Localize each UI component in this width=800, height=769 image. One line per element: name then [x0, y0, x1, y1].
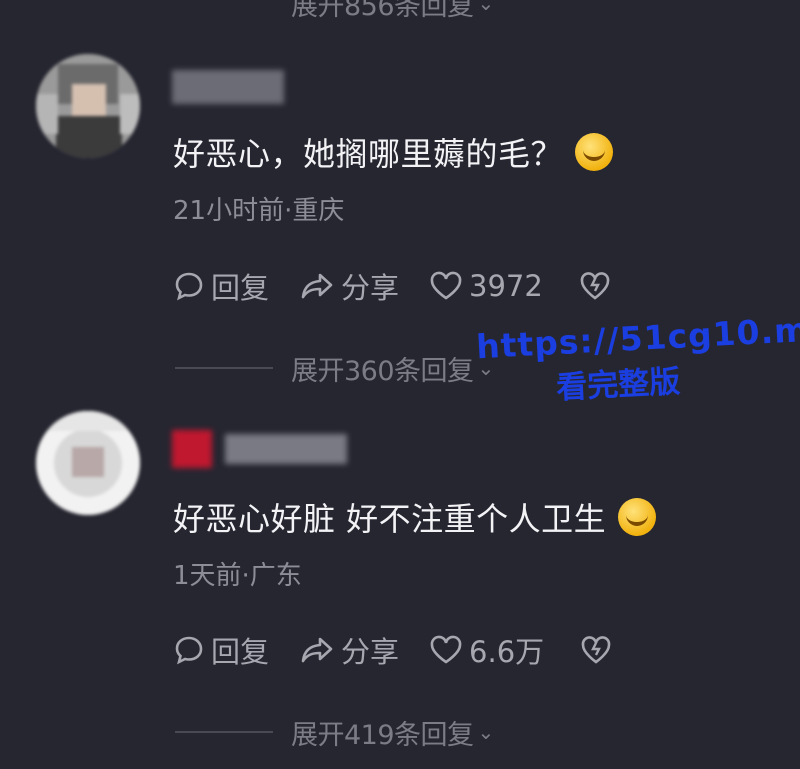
- comment-text: 好恶心，她搁哪里薅的毛？: [173, 129, 614, 175]
- expand-replies-top[interactable]: 展开856条回复 ⌄: [175, 0, 495, 22]
- expand-replies-label: 展开360条回复: [291, 355, 474, 387]
- comment-meta: 21小时前·重庆: [173, 196, 345, 226]
- share-arrow-icon: [301, 637, 333, 663]
- share-label: 分享: [341, 635, 400, 669]
- comment-actions: 回复 分享 3972: [173, 266, 647, 306]
- heart-icon: [430, 635, 462, 664]
- share-label: 分享: [341, 271, 400, 305]
- expand-replies-label: 展开856条回复: [291, 0, 474, 22]
- like-count: 3972: [469, 269, 543, 303]
- share-button[interactable]: 分享: [299, 629, 399, 671]
- comment-text: 好恶心好脏 好不注重个人卫生: [173, 494, 657, 540]
- comment-meta: 1天前·广东: [173, 561, 302, 591]
- chevron-down-icon: ⌄: [477, 0, 495, 15]
- expand-replies[interactable]: 展开419条回复 ⌄: [175, 717, 495, 751]
- chevron-down-icon: ⌄: [477, 720, 495, 744]
- comment-actions: 回复 分享 6.6万: [173, 630, 648, 670]
- divider: [175, 367, 273, 369]
- watermark: https://51cg10.me 看完整版: [475, 309, 800, 407]
- username-blurred-text[interactable]: [225, 434, 347, 464]
- username-blurred[interactable]: [172, 430, 212, 468]
- chat-bubble-icon: [175, 272, 203, 301]
- expand-replies-label: 展开419条回复: [291, 719, 474, 751]
- grin-emoji-icon: [618, 498, 657, 536]
- broken-heart-icon: [581, 636, 611, 664]
- reply-button[interactable]: 回复: [173, 629, 269, 671]
- reply-label: 回复: [211, 271, 270, 305]
- dislike-button[interactable]: [580, 635, 618, 665]
- broken-heart-icon: [580, 272, 610, 300]
- laughing-emoji-icon: [575, 133, 614, 171]
- share-arrow-icon: [301, 273, 333, 299]
- expand-replies[interactable]: 展开360条回复 ⌄: [175, 353, 494, 387]
- share-button[interactable]: 分享: [299, 265, 399, 307]
- divider: [175, 731, 273, 733]
- like-button[interactable]: 3972: [429, 269, 543, 303]
- avatar[interactable]: [36, 54, 140, 158]
- like-button[interactable]: 6.6万: [429, 629, 544, 671]
- comment-body: 好恶心，她搁哪里薅的毛？: [173, 135, 564, 173]
- like-count: 6.6万: [469, 635, 545, 669]
- comment-body: 好恶心好脏 好不注重个人卫生: [173, 500, 607, 538]
- reply-label: 回复: [211, 635, 270, 669]
- username-blurred[interactable]: [172, 70, 284, 104]
- dislike-button[interactable]: [579, 271, 617, 301]
- avatar[interactable]: [36, 411, 140, 515]
- heart-icon: [430, 271, 462, 300]
- chat-bubble-icon: [175, 636, 203, 665]
- reply-button[interactable]: 回复: [173, 265, 269, 307]
